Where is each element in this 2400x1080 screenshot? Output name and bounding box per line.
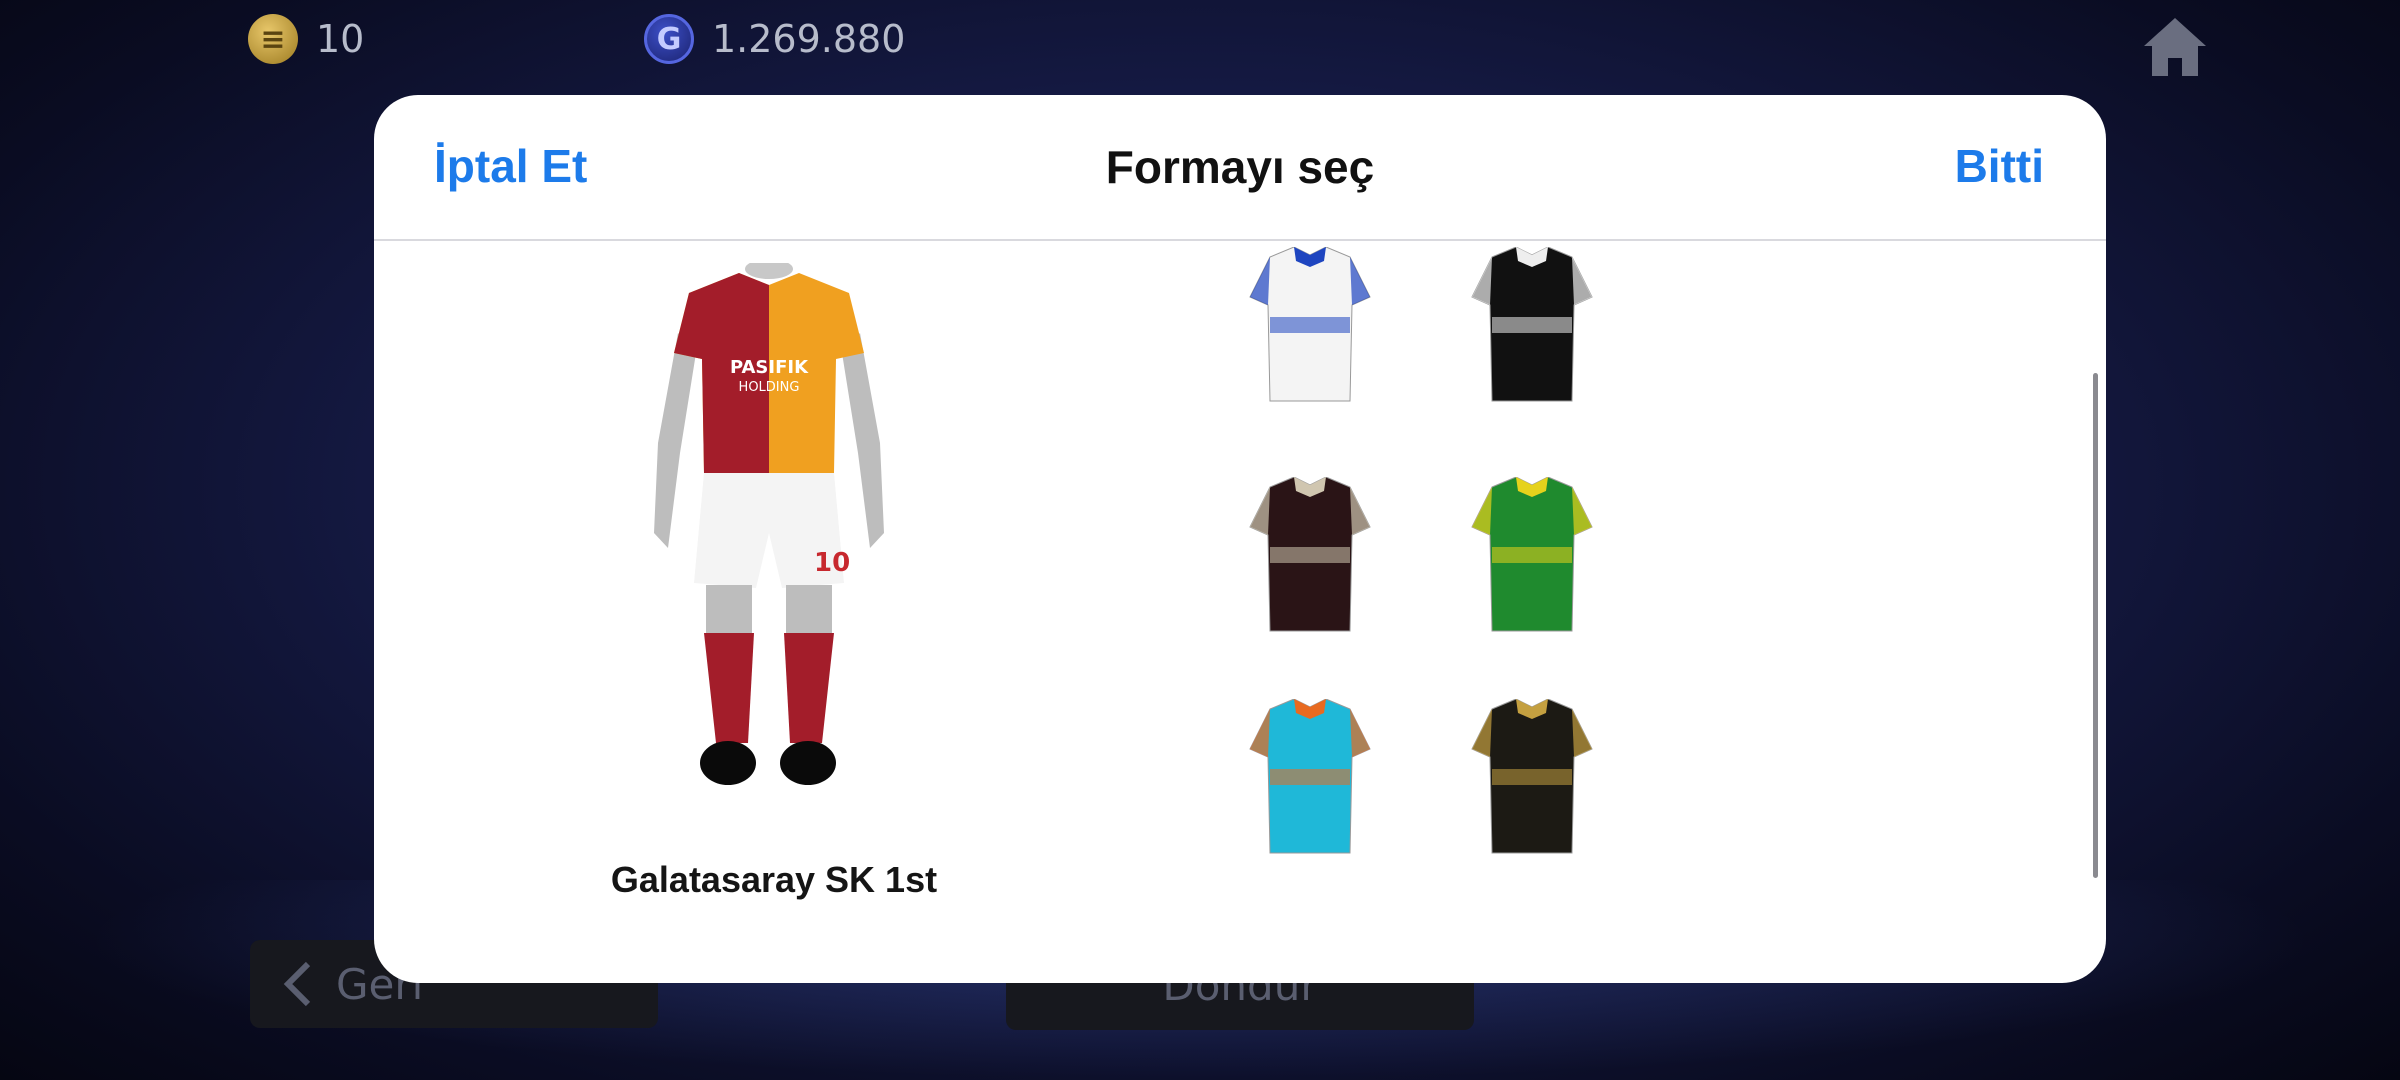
kit-option-red-white-pattern-kit[interactable] bbox=[1174, 909, 1186, 983]
kit-option-galatasaray-away[interactable] bbox=[1174, 243, 1186, 415]
coin-amount: 10 bbox=[316, 17, 365, 61]
top-hud: ≡ 10 G 1.269.880 bbox=[0, 14, 2400, 76]
selected-kit-name: Galatasaray SK 1st bbox=[610, 859, 938, 900]
coin-balance: ≡ 10 bbox=[248, 14, 364, 64]
kit-shirt-icon bbox=[1471, 699, 1593, 854]
coin-icon: ≡ bbox=[248, 14, 298, 64]
gp-amount: 1.269.880 bbox=[712, 17, 906, 61]
kit-select-modal: İptal Et Formayı seç Bitti PASIFIK HOLDI… bbox=[374, 95, 2106, 983]
kit-option-cyan-orange-kit[interactable] bbox=[1210, 687, 1410, 867]
modal-title: Formayı seç bbox=[1105, 141, 1375, 193]
kit-shirt-icon bbox=[1249, 699, 1371, 854]
kit-shirt-icon bbox=[1471, 477, 1593, 632]
kit-option-black-gold-kit[interactable] bbox=[1432, 687, 1632, 867]
kit-grid bbox=[1174, 243, 2106, 983]
kit-shirt-icon bbox=[1249, 477, 1371, 632]
svg-text:10: 10 bbox=[814, 548, 850, 578]
kit-option-white-blue-kit[interactable] bbox=[1210, 243, 1410, 415]
svg-text:PASIFIK: PASIFIK bbox=[730, 357, 809, 378]
kit-shirt-icon bbox=[1471, 247, 1593, 402]
gp-balance: G 1.269.880 bbox=[644, 14, 905, 64]
kit-option-black-red-kit[interactable] bbox=[1174, 687, 1186, 867]
player-kit-preview: PASIFIK HOLDING 10 bbox=[654, 263, 884, 785]
kit-preview: PASIFIK HOLDING 10 Galatasaray SK 1st bbox=[374, 243, 1174, 983]
kit-option-green-yellow-kit[interactable] bbox=[1432, 465, 1632, 645]
kit-option-black-white-kit[interactable] bbox=[1432, 243, 1632, 415]
kit-shirt-icon bbox=[1249, 247, 1371, 402]
chevron-left-icon bbox=[283, 961, 311, 1007]
svg-text:HOLDING: HOLDING bbox=[739, 380, 800, 395]
modal-header: İptal Et Formayı seç Bitti bbox=[374, 95, 2106, 241]
home-icon[interactable] bbox=[2140, 14, 2210, 78]
cancel-button[interactable]: İptal Et bbox=[434, 139, 587, 193]
scrollbar[interactable] bbox=[2093, 373, 2098, 878]
kit-option-dark-stripe-kit[interactable] bbox=[1210, 465, 1410, 645]
kit-option-white-pattern-kit[interactable] bbox=[1174, 465, 1186, 645]
gp-icon: G bbox=[644, 14, 694, 64]
done-button[interactable]: Bitti bbox=[1955, 139, 2044, 193]
